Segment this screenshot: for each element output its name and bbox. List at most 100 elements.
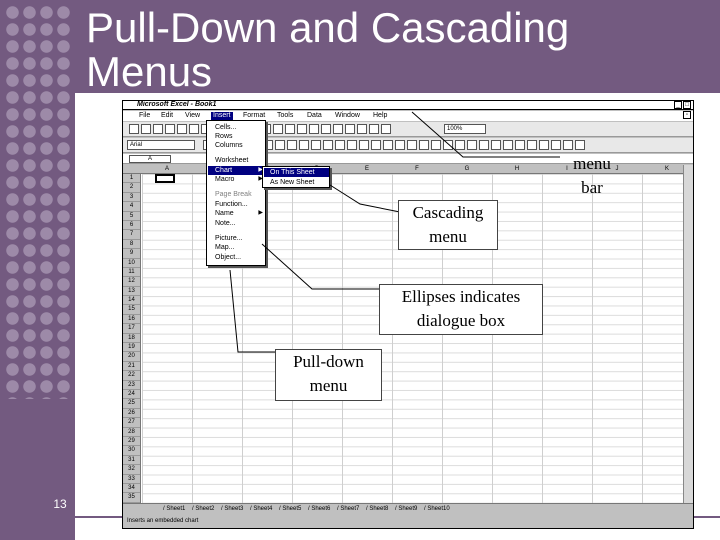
- menu-file[interactable]: File: [139, 112, 150, 120]
- menu-tools[interactable]: Tools: [277, 112, 293, 120]
- toolbar-button[interactable]: [297, 124, 307, 134]
- sheet-tab[interactable]: / Sheet1: [163, 505, 185, 514]
- font-box[interactable]: Arial: [127, 140, 195, 150]
- toolbar-button[interactable]: [371, 140, 381, 150]
- toolbar-button[interactable]: [369, 124, 379, 134]
- toolbar-button[interactable]: [359, 140, 369, 150]
- row-header[interactable]: 25: [123, 399, 140, 409]
- insert-menu-item[interactable]: Columns: [215, 141, 265, 150]
- toolbar-button[interactable]: [527, 140, 537, 150]
- toolbar-button[interactable]: [443, 140, 453, 150]
- row-header[interactable]: 9: [123, 249, 140, 259]
- sheet-tab[interactable]: / Sheet5: [279, 505, 301, 514]
- sheet-tab[interactable]: / Sheet2: [192, 505, 214, 514]
- toolbar-button[interactable]: [491, 140, 501, 150]
- maximize-icon[interactable]: □: [683, 101, 691, 109]
- toolbar-button[interactable]: [479, 140, 489, 150]
- menu-help[interactable]: Help: [373, 112, 387, 120]
- toolbar-button[interactable]: [467, 140, 477, 150]
- toolbar-button[interactable]: [273, 124, 283, 134]
- column-header[interactable]: G: [442, 165, 492, 174]
- toolbar-button[interactable]: [347, 140, 357, 150]
- row-header[interactable]: 33: [123, 475, 140, 484]
- toolbar-button[interactable]: [381, 124, 391, 134]
- toolbar-button[interactable]: [455, 140, 465, 150]
- row-header[interactable]: 4: [123, 202, 140, 212]
- column-header[interactable]: E: [342, 165, 392, 174]
- name-box[interactable]: A: [129, 155, 171, 163]
- toolbar-button[interactable]: [287, 140, 297, 150]
- toolbar-button[interactable]: [323, 140, 333, 150]
- row-header[interactable]: 14: [123, 296, 140, 306]
- row-header[interactable]: 7: [123, 230, 140, 240]
- menu-insert[interactable]: Insert: [211, 112, 233, 120]
- vertical-scrollbar[interactable]: [683, 165, 693, 503]
- row-header[interactable]: 19: [123, 343, 140, 353]
- insert-menu-item[interactable]: Name ▶: [215, 209, 265, 218]
- insert-menu-item[interactable]: Map...: [215, 243, 265, 252]
- toolbar-button[interactable]: [275, 140, 285, 150]
- insert-menu-item[interactable]: Cells...: [215, 123, 265, 132]
- insert-menu-item[interactable]: Chart ▶: [208, 166, 265, 175]
- insert-menu-item[interactable]: Macro ▶: [215, 175, 265, 184]
- sheet-tab[interactable]: / Sheet8: [366, 505, 388, 514]
- row-header[interactable]: 13: [123, 287, 140, 297]
- toolbar-button[interactable]: [285, 124, 295, 134]
- row-header[interactable]: 27: [123, 418, 140, 428]
- toolbar-button[interactable]: [345, 124, 355, 134]
- menu-format[interactable]: Format: [243, 112, 265, 120]
- toolbar-button[interactable]: [407, 140, 417, 150]
- row-header[interactable]: 29: [123, 437, 140, 447]
- row-header[interactable]: 8: [123, 240, 140, 250]
- menu-edit[interactable]: Edit: [161, 112, 173, 120]
- row-header[interactable]: 10: [123, 259, 140, 268]
- menu-data[interactable]: Data: [307, 112, 322, 120]
- toolbar-button[interactable]: [551, 140, 561, 150]
- toolbar-button[interactable]: [563, 140, 573, 150]
- row-header[interactable]: 28: [123, 428, 140, 437]
- insert-menu-item[interactable]: Picture...: [215, 234, 265, 243]
- insert-menu-item[interactable]: Note...: [215, 219, 265, 228]
- row-header[interactable]: 30: [123, 446, 140, 456]
- toolbar-button[interactable]: [395, 140, 405, 150]
- row-header[interactable]: 5: [123, 212, 140, 221]
- toolbar-button[interactable]: [141, 124, 151, 134]
- sheet-tab[interactable]: / Sheet10: [424, 505, 450, 514]
- toolbar-button[interactable]: [311, 140, 321, 150]
- row-header[interactable]: 12: [123, 277, 140, 287]
- insert-menu-item[interactable]: Page Break: [215, 190, 265, 199]
- row-header[interactable]: 34: [123, 484, 140, 494]
- row-header[interactable]: 35: [123, 493, 140, 503]
- toolbar-button[interactable]: [309, 124, 319, 134]
- row-header[interactable]: 22: [123, 371, 140, 381]
- chart-submenu-item[interactable]: As New Sheet: [264, 178, 329, 187]
- row-header[interactable]: 32: [123, 465, 140, 475]
- active-cell[interactable]: [155, 174, 175, 183]
- row-header[interactable]: 3: [123, 193, 140, 203]
- sheet-tab[interactable]: / Sheet4: [250, 505, 272, 514]
- toolbar-button[interactable]: [189, 124, 199, 134]
- row-header[interactable]: 23: [123, 381, 140, 390]
- toolbar-button[interactable]: [299, 140, 309, 150]
- column-header[interactable]: H: [492, 165, 542, 174]
- sheet-tab[interactable]: / Sheet9: [395, 505, 417, 514]
- row-header[interactable]: 2: [123, 183, 140, 193]
- toolbar-button[interactable]: [335, 140, 345, 150]
- sheet-tab[interactable]: / Sheet3: [221, 505, 243, 514]
- minimize-icon[interactable]: _: [674, 101, 682, 109]
- toolbar-button[interactable]: [129, 124, 139, 134]
- row-header[interactable]: 11: [123, 268, 140, 278]
- column-header[interactable]: A: [142, 165, 192, 174]
- toolbar-button[interactable]: [177, 124, 187, 134]
- chart-submenu-item[interactable]: On This Sheet: [264, 168, 329, 177]
- toolbar-button[interactable]: [539, 140, 549, 150]
- row-header[interactable]: 24: [123, 390, 140, 400]
- toolbar-button[interactable]: [383, 140, 393, 150]
- menu-view[interactable]: View: [185, 112, 200, 120]
- toolbar-button[interactable]: [165, 124, 175, 134]
- insert-menu-item[interactable]: Worksheet: [215, 156, 265, 165]
- insert-menu-item[interactable]: Rows: [215, 132, 265, 141]
- toolbar-button[interactable]: [575, 140, 585, 150]
- row-header[interactable]: 6: [123, 221, 140, 231]
- row-header[interactable]: 16: [123, 315, 140, 325]
